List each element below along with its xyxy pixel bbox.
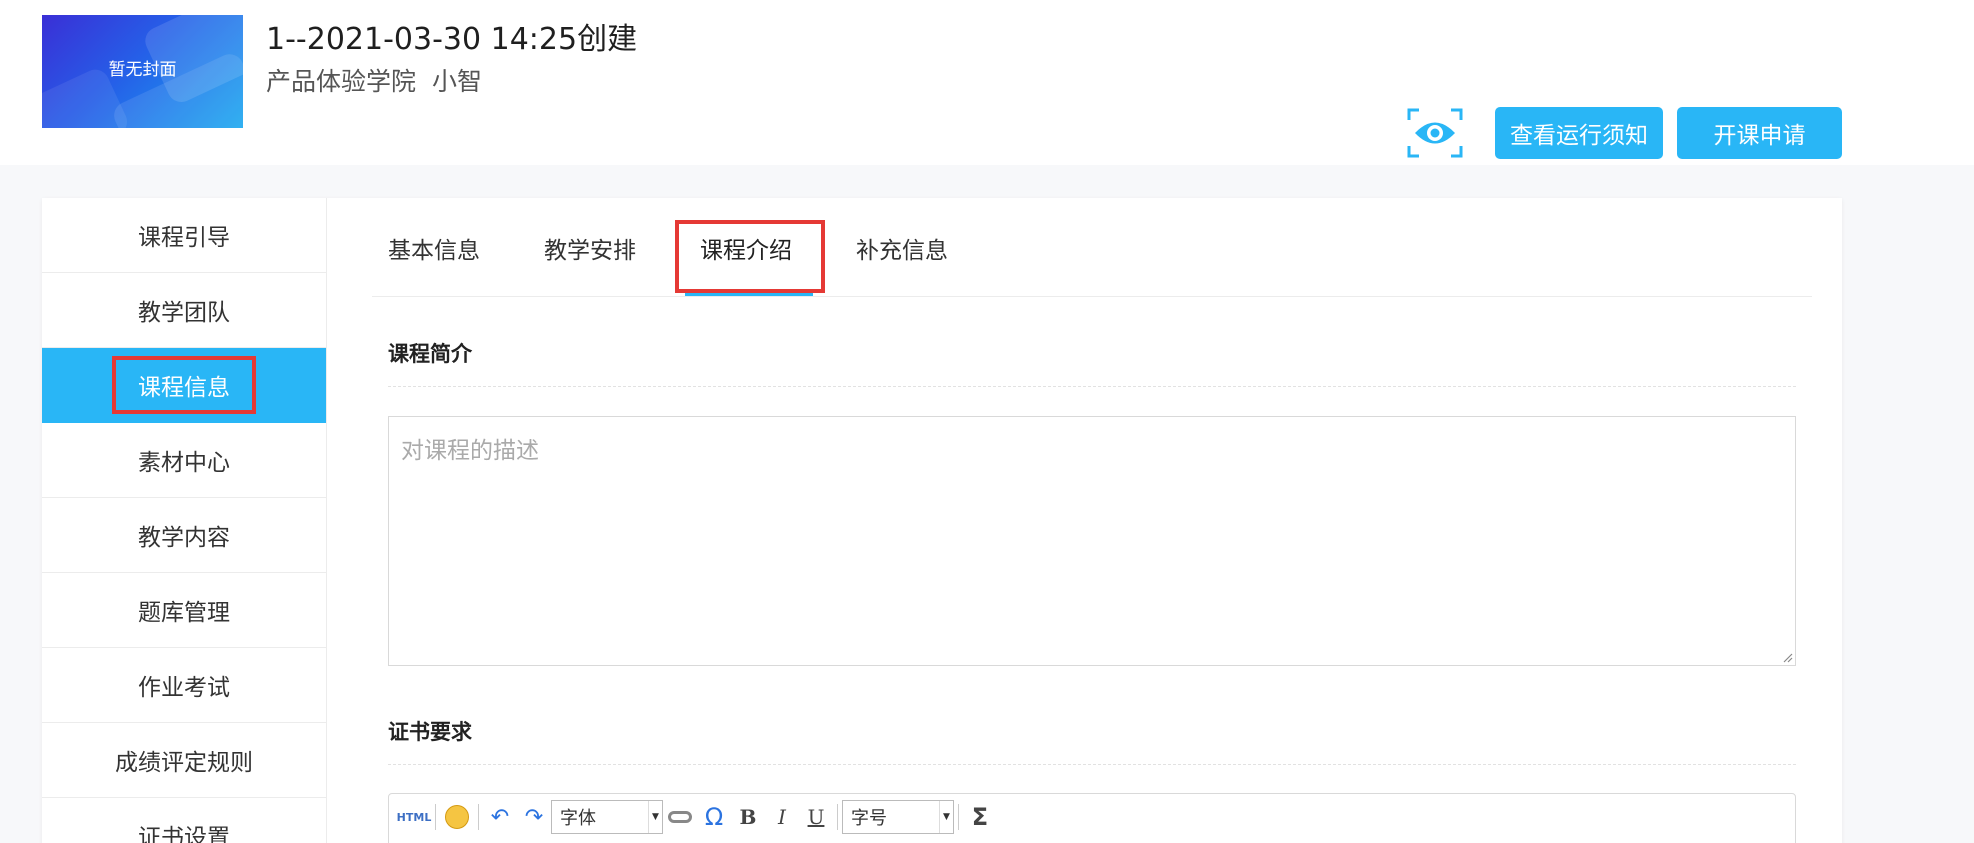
sidebar-item-homework-exam[interactable]: 作业考试 xyxy=(42,648,326,723)
tab-supplementary-info[interactable]: 补充信息 xyxy=(856,198,948,297)
course-title: 1--2021-03-30 14:25创建 xyxy=(266,22,638,57)
tab-basic-info[interactable]: 基本信息 xyxy=(388,198,480,297)
cover-placeholder-text: 暂无封面 xyxy=(108,60,177,80)
font-size-select[interactable]: 字号 ▼ xyxy=(842,800,954,834)
eye-scan-icon xyxy=(1407,108,1463,158)
rich-text-editor: HTML ↶ ↷ 字体 ▼ Ω B I U 字号 ▼ Σ xyxy=(388,793,1796,843)
font-family-select[interactable]: 字体 ▼ xyxy=(551,800,663,834)
sigma-icon: Σ xyxy=(971,803,989,831)
toolbar-separator xyxy=(958,804,959,830)
sidebar-item-label: 素材中心 xyxy=(138,450,230,476)
sidebar-item-question-bank[interactable]: 题库管理 xyxy=(42,573,326,648)
sidebar-item-label: 作业考试 xyxy=(138,675,230,701)
course-cover[interactable]: 暂无封面 xyxy=(42,15,243,128)
editor-toolbar: HTML ↶ ↷ 字体 ▼ Ω B I U 字号 ▼ Σ xyxy=(389,794,997,840)
size-select-value: 字号 xyxy=(851,808,887,829)
course-description-input[interactable]: 对课程的描述 xyxy=(388,416,1796,666)
toolbar-separator xyxy=(478,804,479,830)
html-source-button[interactable]: HTML xyxy=(397,800,432,834)
link-button[interactable] xyxy=(663,800,697,834)
divider xyxy=(388,764,1796,765)
sidebar-item-teaching-team[interactable]: 教学团队 xyxy=(42,273,326,348)
course-intro-heading: 课程简介 xyxy=(388,342,472,366)
toolbar-separator xyxy=(435,804,436,830)
tab-bar: 基本信息 教学安排 课程介绍 补充信息 xyxy=(372,198,1812,297)
course-subtitle: 产品体验学院 小智 xyxy=(266,62,498,98)
undo-button[interactable]: ↶ xyxy=(483,800,517,834)
tab-course-intro[interactable]: 课程介绍 xyxy=(700,198,792,297)
apply-course-button[interactable]: 开课申请 xyxy=(1677,107,1842,159)
sidebar-item-certificate-settings[interactable]: 证书设置 xyxy=(42,798,326,843)
italic-button[interactable]: I xyxy=(765,800,799,834)
sidebar-item-label: 课程信息 xyxy=(112,356,256,414)
divider xyxy=(388,386,1796,387)
sidebar-item-label: 证书设置 xyxy=(138,825,230,843)
course-header: 暂无封面 1--2021-03-30 14:25创建 产品体验学院 小智 查看运行… xyxy=(0,0,1974,165)
redo-icon: ↷ xyxy=(524,804,544,830)
sidebar-item-course-guide[interactable]: 课程引导 xyxy=(42,198,326,273)
preview-eye-button[interactable] xyxy=(1405,106,1465,160)
active-tab-indicator xyxy=(685,293,813,296)
underline-icon: U xyxy=(807,805,825,829)
emoji-button[interactable] xyxy=(440,800,474,834)
sidebar-item-teaching-content[interactable]: 教学内容 xyxy=(42,498,326,573)
sidebar-item-material-center[interactable]: 素材中心 xyxy=(42,423,326,498)
italic-icon: I xyxy=(778,805,786,829)
chevron-down-icon: ▼ xyxy=(939,801,953,833)
sidebar-item-label: 课程引导 xyxy=(138,225,230,251)
redo-button[interactable]: ↷ xyxy=(517,800,551,834)
sidebar-nav: 课程引导 教学团队 课程信息 素材中心 教学内容 题库管理 作业考试 成绩评定规… xyxy=(42,198,327,843)
textarea-placeholder: 对课程的描述 xyxy=(401,438,539,464)
tab-teaching-schedule[interactable]: 教学安排 xyxy=(544,198,636,297)
undo-icon: ↶ xyxy=(490,804,510,830)
bold-button[interactable]: B xyxy=(731,800,765,834)
teacher-name: 小智 xyxy=(432,67,483,96)
certificate-requirements-heading: 证书要求 xyxy=(388,720,472,744)
sidebar-item-grading-rules[interactable]: 成绩评定规则 xyxy=(42,723,326,798)
link-icon xyxy=(668,811,692,823)
chevron-down-icon: ▼ xyxy=(648,801,662,833)
toolbar-separator xyxy=(837,804,838,830)
sidebar-item-course-info[interactable]: 课程信息 xyxy=(42,348,326,423)
main-panel: 课程引导 教学团队 课程信息 素材中心 教学内容 题库管理 作业考试 成绩评定规… xyxy=(42,198,1842,843)
sidebar-item-label: 成绩评定规则 xyxy=(115,750,253,776)
omega-icon: Ω xyxy=(704,803,724,831)
sidebar-item-label: 教学内容 xyxy=(138,525,230,551)
school-name: 产品体验学院 xyxy=(266,67,417,96)
resize-handle-icon[interactable] xyxy=(1781,651,1793,663)
underline-button[interactable]: U xyxy=(799,800,833,834)
sidebar-item-label: 教学团队 xyxy=(138,300,230,326)
emoji-icon xyxy=(445,805,469,829)
view-run-notice-button[interactable]: 查看运行须知 xyxy=(1495,107,1663,159)
font-select-value: 字体 xyxy=(560,808,596,829)
formula-button[interactable]: Σ xyxy=(963,800,997,834)
special-char-button[interactable]: Ω xyxy=(697,800,731,834)
bold-icon: B xyxy=(739,805,757,829)
sidebar-item-label: 题库管理 xyxy=(138,600,230,626)
